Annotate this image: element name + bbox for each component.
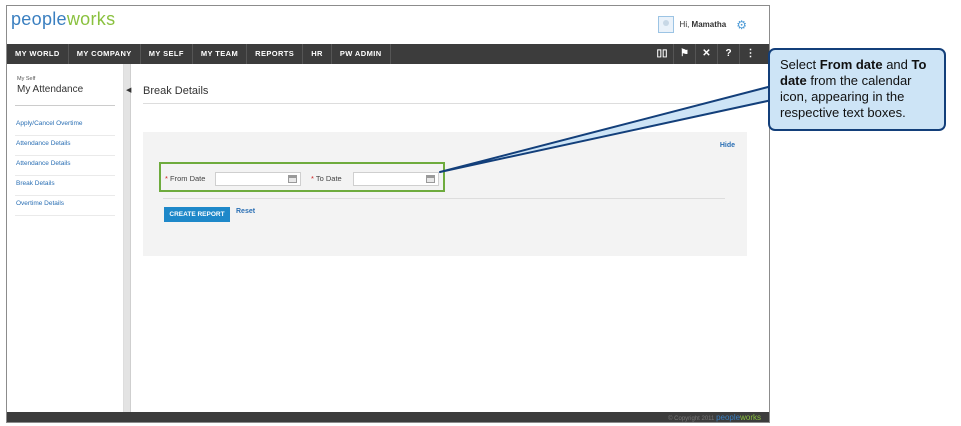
sidebar-item-attendance-details-2[interactable]: Attendance Details [15, 156, 115, 176]
nav-my-self[interactable]: MY SELF [141, 44, 193, 64]
instruction-callout: Select From date and To date from the ca… [768, 48, 946, 131]
report-filter-panel: Hide [143, 132, 747, 256]
nav-my-world[interactable]: MY WORLD [7, 44, 69, 64]
sidebar-item-overtime-details[interactable]: Overtime Details [15, 196, 115, 216]
sidebar-crumb: My Self [17, 76, 36, 82]
footer-copyright: © Copyright 2011 peopleworks [668, 413, 761, 422]
footer: © Copyright 2011 peopleworks [7, 412, 769, 422]
flag-icon[interactable]: ⚑ [673, 44, 695, 64]
main-nav: MY WORLD MY COMPANY MY SELF MY TEAM REPO… [7, 44, 769, 64]
nav-my-company[interactable]: MY COMPANY [69, 44, 141, 64]
sidebar-item-attendance-details[interactable]: Attendance Details [15, 136, 115, 156]
sidebar-item-apply-cancel-overtime[interactable]: Apply/Cancel Overtime [15, 116, 115, 136]
user-box: Hi, Mamatha ⚙ [657, 16, 747, 33]
hide-link[interactable]: Hide [720, 142, 735, 149]
nav-my-team[interactable]: MY TEAM [193, 44, 248, 64]
collapse-arrow-icon[interactable]: ◀ [126, 86, 131, 94]
gear-icon[interactable]: ⚙ [736, 19, 747, 31]
sidebar-collapse-bar[interactable] [124, 64, 131, 412]
tools-icon[interactable]: ✕ [695, 44, 717, 64]
help-icon[interactable]: ? [717, 44, 739, 64]
greeting: Hi, Mamatha [679, 20, 727, 29]
user-name: Mamatha [691, 20, 727, 29]
sidebar-item-break-details[interactable]: Break Details [15, 176, 115, 196]
date-fields-highlight [159, 162, 445, 192]
nav-reports[interactable]: REPORTS [247, 44, 304, 64]
title-divider [143, 103, 747, 104]
create-report-button[interactable]: CREATE REPORT [164, 207, 230, 222]
sidebar-title: My Attendance [17, 84, 84, 95]
nav-icon-group: ▯▯ ⚑ ✕ ? ⋮ [651, 44, 761, 64]
sitemap-icon[interactable]: ⋮ [739, 44, 761, 64]
app-window: peopleworks Hi, Mamatha ⚙ MY WORLD MY CO… [6, 5, 770, 423]
peopleworks-logo[interactable]: peopleworks [11, 9, 115, 30]
nav-pw-admin[interactable]: PW ADMIN [332, 44, 391, 64]
book-icon[interactable]: ▯▯ [651, 44, 673, 64]
header: peopleworks Hi, Mamatha ⚙ [7, 6, 769, 44]
sidebar-divider [15, 105, 115, 106]
row-divider [163, 198, 725, 199]
page-title: Break Details [143, 85, 209, 97]
avatar[interactable] [657, 16, 674, 33]
nav-hr[interactable]: HR [303, 44, 332, 64]
sidebar: My Self My Attendance Apply/Cancel Overt… [7, 64, 124, 412]
reset-link[interactable]: Reset [236, 208, 255, 215]
